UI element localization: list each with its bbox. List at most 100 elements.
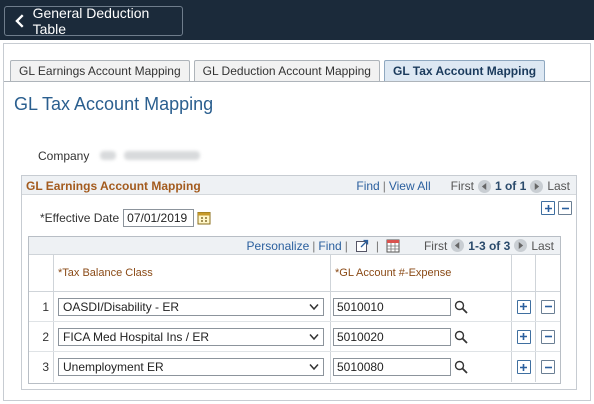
select-value: OASDI/Disability - ER xyxy=(63,299,180,314)
header-row-number xyxy=(29,255,54,291)
separator: | xyxy=(382,179,386,193)
gl-account-input[interactable] xyxy=(333,297,451,316)
group-title: GL Earnings Account Mapping xyxy=(26,179,201,193)
effective-date-input[interactable] xyxy=(123,209,195,227)
grid-find-link[interactable]: Find xyxy=(318,239,341,253)
grid-navigation: Personalize | Find | | First 1-3 of 3 La… xyxy=(29,237,560,255)
effective-date-label: *Effective Date xyxy=(40,211,120,225)
tab-label: GL Tax Account Mapping xyxy=(392,64,537,78)
tax-balance-class-select[interactable]: FICA Med Hospital Ins / ER xyxy=(58,327,324,346)
table-row: 3 Unemployment ER xyxy=(29,352,560,382)
tab-label: GL Deduction Account Mapping xyxy=(202,64,371,78)
search-icon[interactable] xyxy=(454,300,468,314)
delete-row-button[interactable] xyxy=(541,360,555,374)
delete-row-button[interactable] xyxy=(558,201,572,215)
add-cell xyxy=(512,292,536,321)
search-icon[interactable] xyxy=(454,360,468,374)
chevron-down-icon xyxy=(309,364,319,371)
chevron-left-icon xyxy=(15,14,24,28)
select-value: FICA Med Hospital Ins / ER xyxy=(63,329,210,344)
add-row-button[interactable] xyxy=(516,329,531,344)
header-delete xyxy=(536,255,560,291)
delete-row-button[interactable] xyxy=(541,329,555,344)
row-number: 2 xyxy=(29,322,54,351)
plus-icon xyxy=(520,363,527,371)
gl-account-cell xyxy=(331,352,512,382)
company-label: Company xyxy=(38,149,90,163)
header-tax-balance-class: *Tax Balance Class xyxy=(54,255,331,291)
minus-icon xyxy=(544,335,552,338)
gl-account-input[interactable] xyxy=(333,327,451,346)
minus-icon xyxy=(544,305,552,308)
back-button-label: General Deduction Table xyxy=(32,5,150,37)
top-bar: General Deduction Table xyxy=(0,0,594,40)
tax-balance-class-cell: FICA Med Hospital Ins / ER xyxy=(54,322,331,351)
new-window-icon[interactable] xyxy=(355,239,369,253)
group-find-link[interactable]: Find xyxy=(356,179,379,193)
group-last-label: Last xyxy=(547,179,570,193)
tax-mapping-grid: Personalize | Find | | First 1-3 of 3 La… xyxy=(28,236,561,384)
row-number: 3 xyxy=(29,352,54,382)
group-row-buttons xyxy=(541,201,572,215)
delete-cell xyxy=(536,292,560,321)
personalize-link[interactable]: Personalize xyxy=(247,239,310,253)
search-icon[interactable] xyxy=(454,330,468,344)
chevron-down-icon xyxy=(309,333,319,340)
tax-balance-class-select[interactable]: Unemployment ER xyxy=(58,358,324,376)
minus-icon xyxy=(544,366,552,368)
gl-account-input[interactable] xyxy=(333,358,451,376)
grid-first-label: First xyxy=(423,238,448,253)
separator: | xyxy=(375,238,379,253)
group-header: GL Earnings Account Mapping Find | View … xyxy=(22,176,576,195)
grid-range: 1-3 of 3 xyxy=(468,238,511,253)
page-frame: GL Earnings Account Mapping GL Deduction… xyxy=(3,43,591,401)
grid-last-label: Last xyxy=(531,238,554,253)
grid-previous-icon[interactable] xyxy=(451,239,465,252)
add-row-button[interactable] xyxy=(516,360,531,374)
tax-balance-class-cell: Unemployment ER xyxy=(54,352,331,382)
group-first-label: First xyxy=(450,179,474,193)
spreadsheet-download-icon[interactable] xyxy=(386,239,400,253)
add-cell xyxy=(512,352,536,382)
tab-gl-tax[interactable]: GL Tax Account Mapping xyxy=(383,60,546,81)
tab-bar: GL Earnings Account Mapping GL Deduction… xyxy=(10,60,549,82)
group-navigation: Find | View All First 1 of 1 Last xyxy=(356,179,570,193)
row-number: 1 xyxy=(29,292,54,321)
chevron-down-icon xyxy=(309,303,319,310)
separator: | xyxy=(312,238,316,253)
add-row-button[interactable] xyxy=(541,201,555,215)
grid-header-row: *Tax Balance Class *GL Account #-Expense xyxy=(29,255,560,292)
delete-row-button[interactable] xyxy=(541,299,555,314)
minus-icon xyxy=(561,207,569,209)
group-range: 1 of 1 xyxy=(494,179,527,193)
separator: | xyxy=(344,238,348,253)
company-value-redacted xyxy=(100,148,204,162)
next-icon[interactable] xyxy=(530,179,544,193)
plus-icon xyxy=(520,303,527,310)
header-add xyxy=(512,255,536,291)
tab-gl-earnings[interactable]: GL Earnings Account Mapping xyxy=(10,60,190,81)
header-gl-account: *GL Account #-Expense xyxy=(331,255,512,291)
add-row-button[interactable] xyxy=(516,299,531,314)
table-row: 1 OASDI/Disability - ER xyxy=(29,292,560,322)
page-title: GL Tax Account Mapping xyxy=(14,94,214,114)
gl-account-cell xyxy=(331,322,512,351)
delete-cell xyxy=(536,322,560,351)
plus-icon xyxy=(520,333,527,340)
gl-account-cell xyxy=(331,292,512,321)
view-all-link[interactable]: View All xyxy=(389,179,431,193)
previous-icon[interactable] xyxy=(477,179,491,193)
add-cell xyxy=(512,322,536,351)
tax-balance-class-cell: OASDI/Disability - ER xyxy=(54,292,331,321)
tab-gl-deduction[interactable]: GL Deduction Account Mapping xyxy=(193,60,380,81)
delete-cell xyxy=(536,352,560,382)
effective-date-row: *Effective Date xyxy=(40,209,211,227)
table-row: 2 FICA Med Hospital Ins / ER xyxy=(29,322,560,352)
grid-next-icon[interactable] xyxy=(514,239,528,252)
tax-balance-class-select[interactable]: OASDI/Disability - ER xyxy=(58,297,324,316)
tab-label: GL Earnings Account Mapping xyxy=(19,64,181,78)
select-value: Unemployment ER xyxy=(63,360,164,374)
calendar-icon[interactable] xyxy=(197,211,211,225)
back-button[interactable]: General Deduction Table xyxy=(4,5,183,37)
tab-divider xyxy=(4,81,590,82)
